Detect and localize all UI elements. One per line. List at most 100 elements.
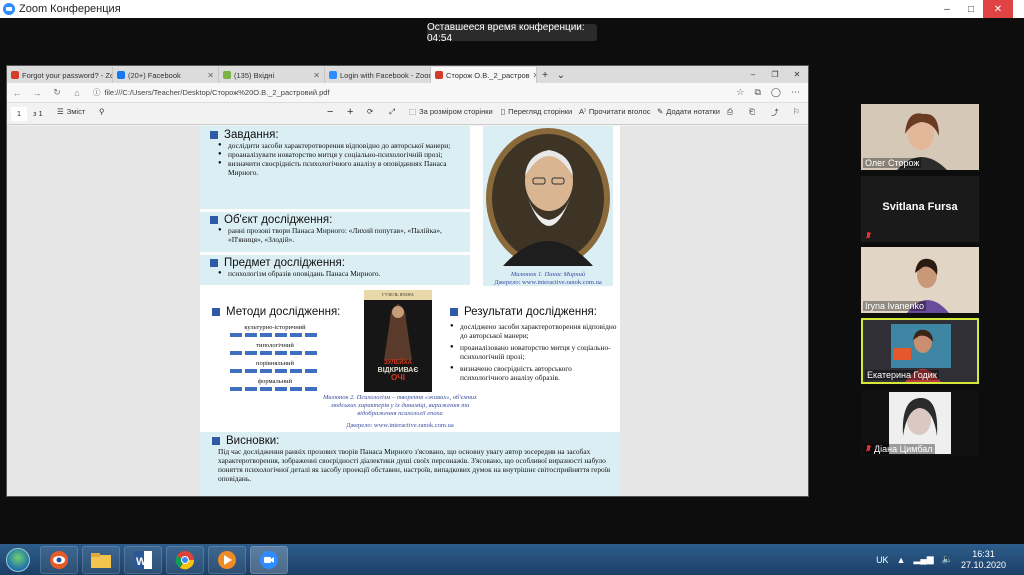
browser-minimize-button[interactable]: – — [742, 66, 764, 83]
pen-icon: ✎ — [657, 107, 664, 116]
tray-expand-icon[interactable]: ▲ — [897, 555, 906, 565]
forward-arrow-icon[interactable]: → — [27, 88, 47, 98]
object-list: ранні прозові твори Панаса Мирного: «Лих… — [218, 226, 470, 244]
minimize-button[interactable]: – — [935, 0, 959, 18]
more-menu-icon[interactable]: ⋯ — [791, 87, 800, 98]
browser-tab[interactable]: (135) Вхідні ✕ — [219, 67, 325, 83]
participant-tile[interactable]: Iryna Ivanenko — [861, 247, 979, 313]
network-icon[interactable]: ▂▄▆ — [914, 554, 934, 565]
address-field[interactable]: ⓘ file:///C:/Users/Teacher/Desktop/Сторо… — [87, 87, 736, 98]
tasks-section: Завдання: дослідити засоби характеротвор… — [200, 126, 470, 209]
eye-app-icon — [50, 550, 68, 569]
language-indicator[interactable]: UK — [876, 555, 889, 565]
zoom-icon — [329, 71, 337, 79]
browser-tab[interactable]: Login with Facebook - Zoor✕ — [325, 67, 431, 83]
tab-close-icon[interactable]: ✕ — [313, 71, 320, 80]
fit-page-label: За розміром сторінки — [419, 107, 493, 116]
home-icon[interactable]: ⌂ — [67, 88, 87, 98]
participant-tile[interactable]: Svitlana Fursa — [861, 176, 979, 242]
folder-icon — [91, 552, 111, 568]
participant-tile[interactable]: Олег Сторож — [861, 104, 979, 170]
list-item: досліджено засоби характеротворення відп… — [450, 322, 620, 340]
participant-name-text: Діана Цимбал — [874, 444, 933, 454]
zoom-in-button[interactable]: + — [347, 106, 353, 118]
taskbar-zoom[interactable] — [250, 545, 288, 574]
facebook-icon — [117, 71, 125, 79]
collections-icon[interactable]: ⧉ — [754, 87, 760, 98]
share-icon[interactable]: ⤴ — [771, 107, 779, 118]
participant-name-text: Екатерина Годик — [867, 370, 937, 380]
taskbar-chrome[interactable] — [166, 545, 204, 574]
bullet-square-icon — [450, 308, 458, 316]
method-stripe — [230, 369, 320, 373]
back-arrow-icon[interactable]: ← — [7, 88, 27, 98]
pdf-page: Завдання: дослідити засоби характеротвор… — [200, 126, 620, 496]
start-button[interactable] — [0, 544, 36, 575]
taskbar-eye-app[interactable] — [40, 545, 78, 574]
profile-icon[interactable]: ◯ — [771, 87, 781, 98]
address-bar-row: ← → ↻ ⌂ ⓘ file:///C:/Users/Teacher/Deskt… — [7, 83, 808, 103]
muted-mic-icon — [865, 232, 872, 240]
volume-icon[interactable]: 🔈 — [942, 554, 953, 565]
taskbar-explorer[interactable] — [82, 545, 120, 574]
maximize-button[interactable]: □ — [959, 0, 983, 18]
save-icon[interactable]: ⎗ — [749, 107, 755, 117]
rotate-icon[interactable]: ⟳ — [367, 107, 373, 116]
read-aloud-button[interactable]: A⁾ Прочитати вголос — [579, 107, 651, 116]
tab-list-chevron-icon[interactable]: ⌄ — [553, 67, 569, 83]
portrait-panel: Малюнок 1. Панас Мирний Джерело: www.int… — [483, 126, 613, 286]
favorite-star-icon[interactable]: ☆ — [736, 87, 744, 98]
browser-tab[interactable]: (20+) Facebook ✕ — [113, 67, 219, 83]
list-item: визначено своєрідність авторського психо… — [450, 364, 620, 382]
page-view-label: Перегляд сторінки — [508, 107, 573, 116]
zoom-window-controls: – □ ✕ — [935, 0, 1013, 18]
results-section: Результати дослідження: досліджено засоб… — [450, 306, 620, 382]
tab-close-icon[interactable]: ✕ — [207, 71, 214, 80]
new-tab-button[interactable]: + — [537, 67, 553, 83]
browser-tab[interactable]: Forgot your password? - Zo✕ — [7, 67, 113, 83]
muted-mic-icon — [865, 445, 872, 453]
info-icon: ⓘ — [93, 88, 101, 97]
add-notes-button[interactable]: ✎ Додати нотатки — [657, 107, 720, 116]
method-item: культурно-історичний — [230, 324, 320, 338]
page-view-button[interactable]: ▯ Перегляд сторінки — [501, 107, 572, 116]
shared-screen-browser: Forgot your password? - Zo✕ (20+) Facebo… — [6, 65, 809, 497]
fullscreen-icon[interactable]: ⤢ — [389, 107, 395, 117]
clock[interactable]: 16:31 27.10.2020 — [961, 549, 1006, 571]
pdf-viewport[interactable]: Завдання: дослідити засоби характеротвор… — [7, 126, 808, 496]
zoom-out-button[interactable]: − — [327, 106, 333, 118]
contents-button[interactable]: ☰ Зміст — [57, 107, 85, 116]
results-title: Результати дослідження: — [464, 306, 597, 318]
tab-label: Forgot your password? - Zo — [22, 70, 113, 80]
participant-tile[interactable]: Діана Цимбал — [861, 390, 979, 456]
pin-icon[interactable]: ⚐ — [793, 107, 800, 116]
play-icon — [218, 550, 236, 569]
taskbar-media-player[interactable] — [208, 545, 246, 574]
page-number-input[interactable]: 1 — [11, 106, 27, 121]
participant-tile-active-speaker[interactable]: Екатерина Годик — [861, 318, 979, 384]
method-item: типологічний — [230, 342, 320, 356]
list-item: ранні прозові твори Панаса Мирного: «Лих… — [218, 226, 470, 244]
list-item: проаналізовано новаторство митця у соціа… — [450, 343, 620, 361]
conclusions-heading: Висновки: — [212, 435, 612, 447]
close-button[interactable]: ✕ — [983, 0, 1013, 18]
print-icon[interactable]: ⎙ — [727, 107, 733, 117]
pdf-toolbar: 1 з 1 ☰ Зміст ⚲ − + ⟳ ⤢ ⬚ За розміром стор… — [7, 103, 808, 125]
fit-page-button[interactable]: ⬚ За розміром сторінки — [409, 107, 493, 116]
taskbar-word[interactable]: W — [124, 545, 162, 574]
browser-maximize-button[interactable]: ❐ — [764, 66, 786, 83]
refresh-icon[interactable]: ↻ — [47, 87, 67, 98]
word-icon: W — [134, 550, 152, 569]
results-heading: Результати дослідження: — [450, 306, 620, 318]
search-icon[interactable]: ⚲ — [99, 107, 105, 116]
browser-close-button[interactable]: ✕ — [786, 66, 808, 83]
method-item: формальний — [230, 378, 320, 392]
book-title-line: ОЧІ — [390, 373, 406, 382]
bullet-square-icon — [210, 131, 218, 139]
svg-text:W: W — [136, 556, 147, 568]
meeting-timer: Оставшееся время конференции: 04:54 — [427, 22, 597, 44]
book-title-line: ЗУЛЕЙХА — [384, 360, 412, 366]
list-item: психологізм образів оповідань Панаса Мир… — [218, 269, 470, 278]
browser-tab-active[interactable]: Сторож О.В._2_растров✕ — [431, 67, 537, 83]
read-aloud-icon: A⁾ — [579, 107, 586, 116]
